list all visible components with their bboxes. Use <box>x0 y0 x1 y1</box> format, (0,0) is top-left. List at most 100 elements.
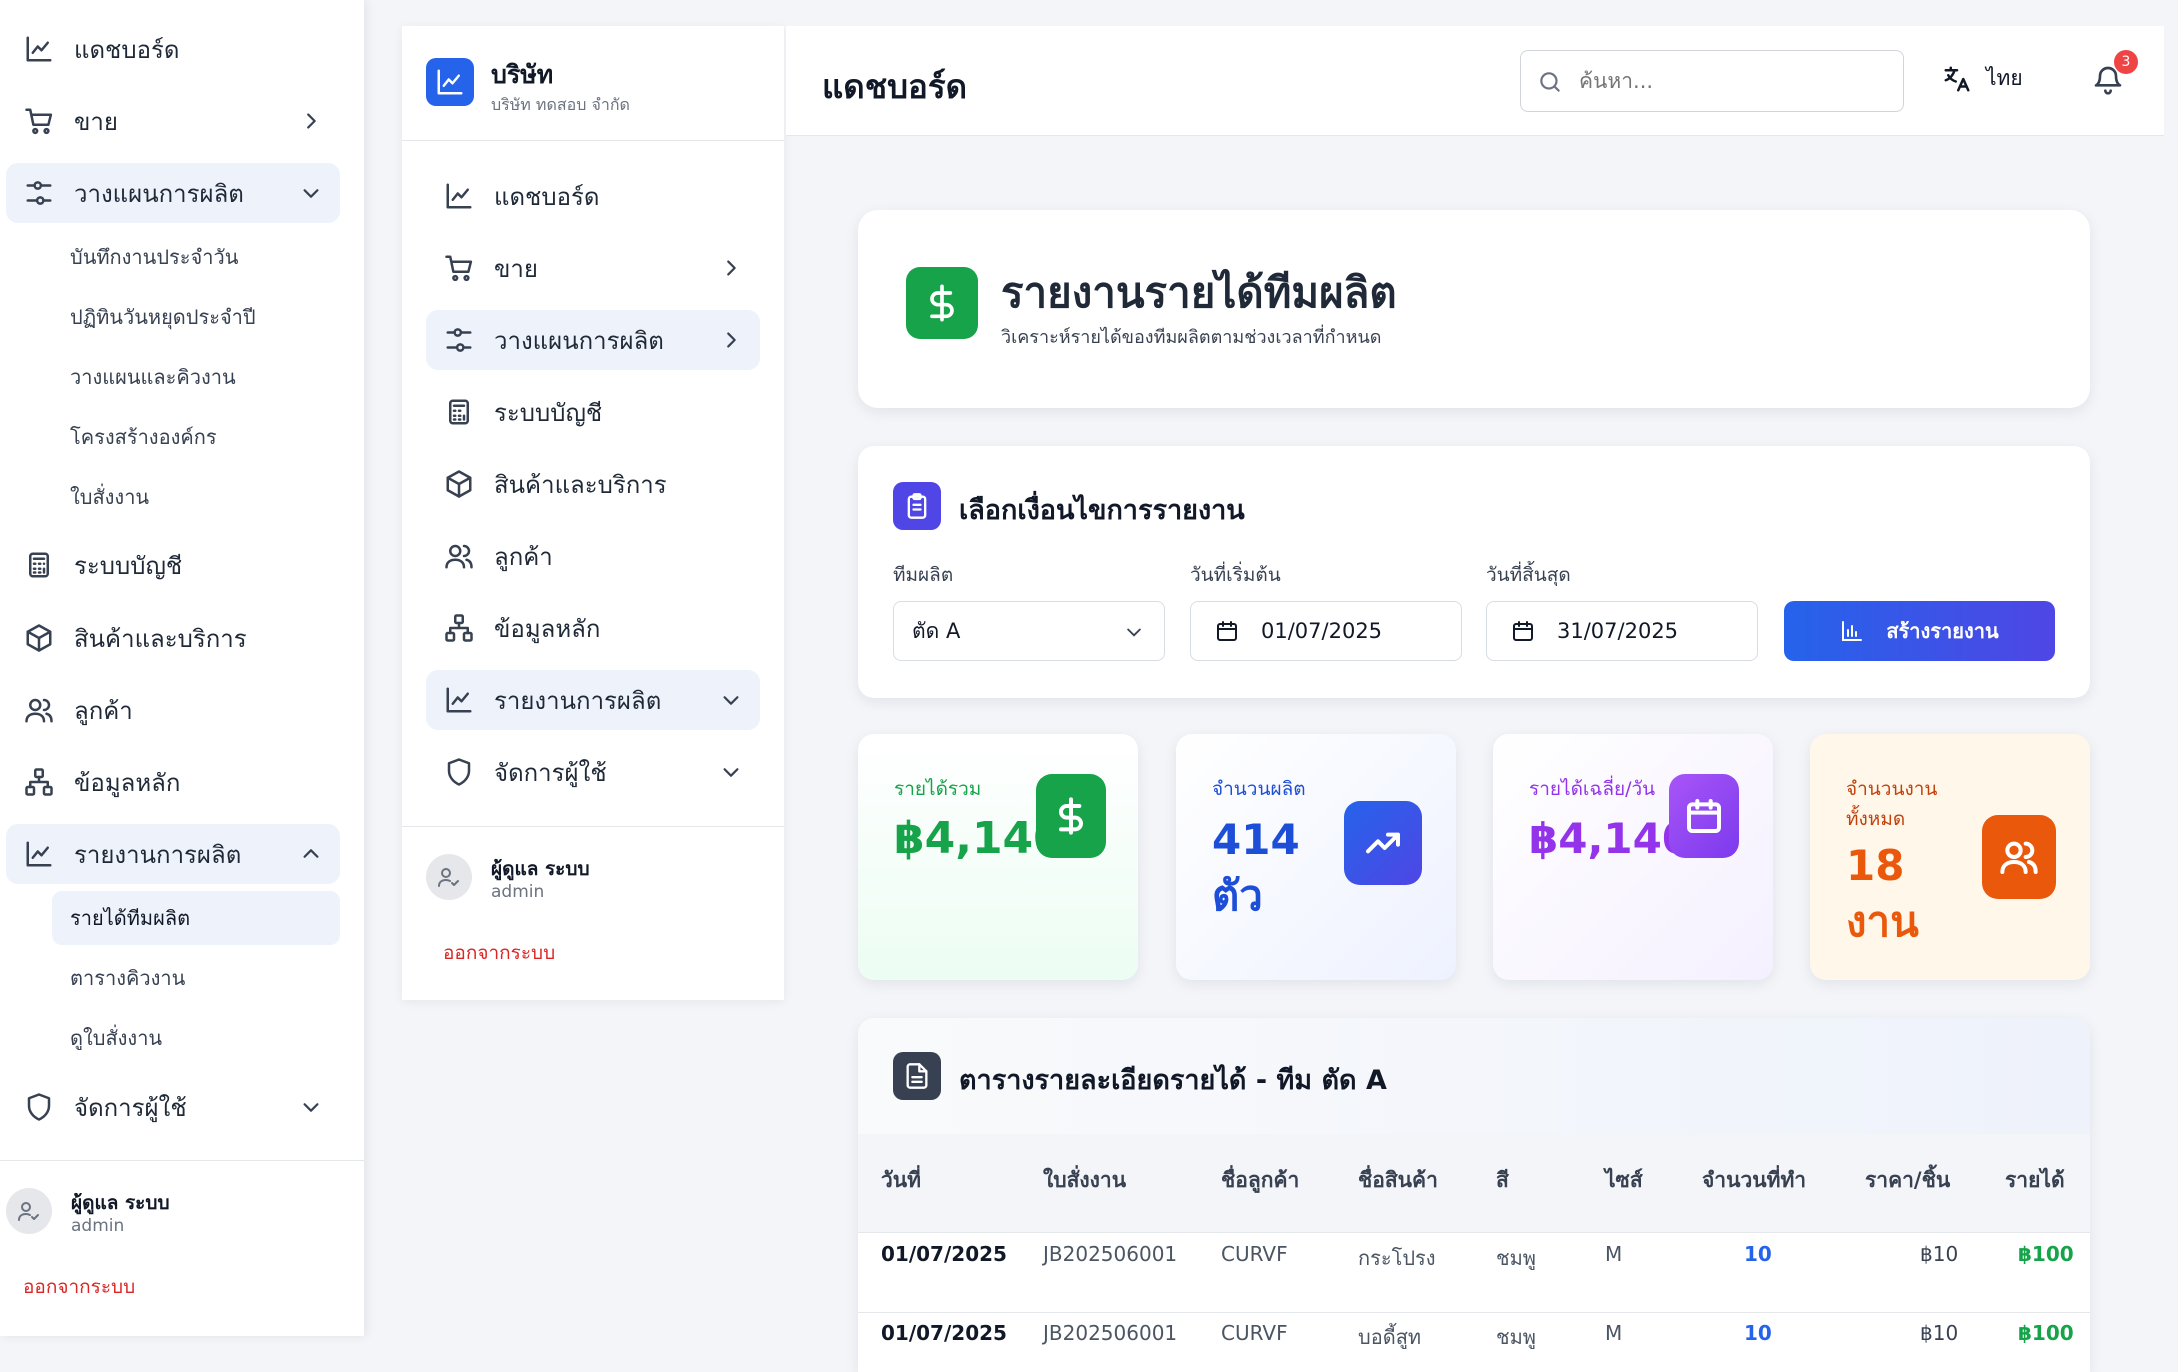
row-divider <box>858 1312 2090 1313</box>
sidebar-item-production-report[interactable]: รายงานการผลิต <box>6 824 340 884</box>
sub-item-label: บันทึกงานประจำวัน <box>70 245 239 269</box>
sidebar-item-label: รายงานการผลิต <box>74 840 242 869</box>
sidebar-item-customers[interactable]: ลูกค้า <box>6 680 340 740</box>
sliders-icon <box>446 328 472 352</box>
language-switcher[interactable]: ไทย <box>1942 62 2023 95</box>
generate-report-button[interactable]: สร้างรายงาน <box>1784 601 2055 661</box>
sidebar-item-user-management[interactable]: จัดการผู้ใช้ <box>6 1077 340 1137</box>
dollar-icon <box>1059 797 1083 835</box>
sidebar-sub-holiday-calendar[interactable]: ปฏิทินวันหยุดประจำปี <box>54 290 342 344</box>
sidebar-item-label: ขาย <box>74 107 118 136</box>
sidebar-item-label: สินค้าและบริการ <box>74 624 247 653</box>
sidebar-sub-daily-log[interactable]: บันทึกงานประจำวัน <box>54 230 342 284</box>
sidebar-sub-queue-table[interactable]: ตารางคิวงาน <box>54 951 342 1005</box>
dollar-icon <box>930 284 954 322</box>
cell-quantity: 10 <box>1744 1242 1772 1266</box>
box-icon <box>26 624 52 652</box>
cell-size: M <box>1605 1321 1623 1345</box>
chevron-right-icon <box>307 113 316 129</box>
cell-product: กระโปรง <box>1358 1246 1436 1270</box>
main-sidebar: บริษัท บริษัท ทดสอบ จำกัด แดชบอร์ด ขาย ว… <box>402 26 784 1000</box>
end-date-field[interactable]: 31/07/2025 <box>1486 601 1758 661</box>
shield-icon <box>447 758 471 786</box>
stat-icon-badge <box>1344 801 1422 885</box>
col-header-unit-price: ราคา/ชิ้น <box>1865 1168 1951 1192</box>
team-select[interactable]: ตัด A <box>893 601 1165 661</box>
sidebar-sub-view-orders[interactable]: ดูใบสั่งงาน <box>54 1011 342 1065</box>
nav-planning[interactable]: วางแผนการผลิต <box>426 310 760 370</box>
nav-master-data[interactable]: ข้อมูลหลัก <box>426 598 760 658</box>
report-subtitle: วิเคราะห์รายได้ของทีมผลิตตามช่วงเวลาที่ก… <box>1001 327 1382 348</box>
notification-button[interactable]: 3 <box>2092 50 2138 100</box>
chevron-down-icon <box>303 1103 319 1112</box>
sidebar-item-label: วางแผนการผลิต <box>74 179 244 208</box>
trending-up-icon <box>1366 832 1400 854</box>
sidebar-sub-work-orders[interactable]: ใบสั่งงาน <box>54 470 342 524</box>
nav-production-report[interactable]: รายงานการผลิต <box>426 670 760 730</box>
filter-icon-badge <box>893 482 941 530</box>
start-date-label: วันที่เริ่มต้น <box>1190 564 1281 586</box>
stat-label: จำนวนผลิต <box>1212 778 1306 800</box>
start-date-value: 01/07/2025 <box>1261 619 1383 643</box>
sidebar-item-master-data[interactable]: ข้อมูลหลัก <box>6 752 340 812</box>
sub-item-label: ปฏิทินวันหยุดประจำปี <box>70 305 256 329</box>
sidebar-sub-team-income[interactable]: รายได้ทีมผลิต <box>52 891 340 945</box>
sidebar-item-label: ระบบบัญชี <box>74 551 183 580</box>
sidebar-item-dashboard[interactable]: แดชบอร์ด <box>6 19 340 79</box>
search-input[interactable] <box>1579 61 1889 101</box>
cell-customer: CURVF <box>1221 1242 1288 1266</box>
cell-product: บอดี้สูท <box>1358 1325 1422 1349</box>
logout-link[interactable]: ออกจากระบบ <box>443 938 555 968</box>
start-date-field[interactable]: 01/07/2025 <box>1190 601 1462 661</box>
calendar-icon <box>1513 621 1533 641</box>
user-check-icon <box>18 1202 39 1221</box>
stat-card-total-jobs: จำนวนงานทั้งหมด 18 งาน <box>1810 734 2090 980</box>
nav-accounting[interactable]: ระบบบัญชี <box>426 382 760 442</box>
user-name: ผู้ดูแล ระบบ <box>71 1192 170 1214</box>
logout-link[interactable]: ออกจากระบบ <box>23 1272 135 1302</box>
sidebar-sub-queue-planning[interactable]: วางแผนและคิวงาน <box>54 350 342 404</box>
nav-customers[interactable]: ลูกค้า <box>426 526 760 586</box>
hierarchy-icon <box>445 614 473 642</box>
chevron-down-icon <box>723 768 739 777</box>
nav-dashboard[interactable]: แดชบอร์ด <box>426 166 760 226</box>
calculator-icon <box>29 552 49 578</box>
stat-value: 18 งาน <box>1846 841 1919 946</box>
table-title: ตารางรายละเอียดรายได้ - ทีม ตัด A <box>959 1065 1387 1096</box>
users-icon <box>445 544 473 569</box>
chart-line-icon <box>446 183 472 209</box>
cell-size: M <box>1605 1242 1623 1266</box>
nav-label: รายงานการผลิต <box>494 686 662 715</box>
company-name: บริษัท <box>491 60 554 89</box>
sidebar-item-products[interactable]: สินค้าและบริการ <box>6 608 340 668</box>
nav-sales[interactable]: ขาย <box>426 238 760 298</box>
stat-value: ฿4,140 <box>1529 814 1692 863</box>
team-label: ทีมผลิต <box>893 564 954 586</box>
sub-item-label: ดูใบสั่งงาน <box>70 1026 163 1050</box>
document-icon <box>906 1063 928 1089</box>
stat-card-total-income: รายได้รวม ฿4,140 <box>858 734 1138 980</box>
divider <box>0 1160 364 1161</box>
divider <box>402 140 784 141</box>
nav-products[interactable]: สินค้าและบริการ <box>426 454 760 514</box>
nav-user-management[interactable]: จัดการผู้ใช้ <box>426 742 760 802</box>
search-box[interactable] <box>1520 50 1904 112</box>
chart-line-icon <box>437 69 463 95</box>
col-header-customer: ชื่อลูกค้า <box>1221 1168 1300 1192</box>
sidebar-item-sales[interactable]: ขาย <box>6 91 340 151</box>
clipboard-icon <box>907 493 927 519</box>
stat-label: รายได้เฉลี่ย/วัน <box>1529 778 1656 800</box>
team-select-value: ตัด A <box>912 618 961 643</box>
cell-work-order: JB202506001 <box>1043 1242 1178 1266</box>
cell-unit-price: ฿10 <box>1920 1321 1959 1345</box>
sub-item-label: วางแผนและคิวงาน <box>70 365 236 389</box>
chevron-right-icon <box>727 332 736 348</box>
sub-item-label: รายได้ทีมผลิต <box>70 906 191 930</box>
chevron-up-icon <box>303 849 319 858</box>
left-sidebar: แดชบอร์ด ขาย วางแผนการผลิต บันทึกงานประจ… <box>0 0 364 1336</box>
sidebar-item-accounting[interactable]: ระบบบัญชี <box>6 535 340 595</box>
sidebar-sub-org-structure[interactable]: โครงสร้างองค์กร <box>54 410 342 464</box>
sidebar-item-planning[interactable]: วางแผนการผลิต <box>6 163 340 223</box>
sidebar-item-label: ลูกค้า <box>74 696 133 725</box>
cell-date: 01/07/2025 <box>881 1321 1007 1345</box>
